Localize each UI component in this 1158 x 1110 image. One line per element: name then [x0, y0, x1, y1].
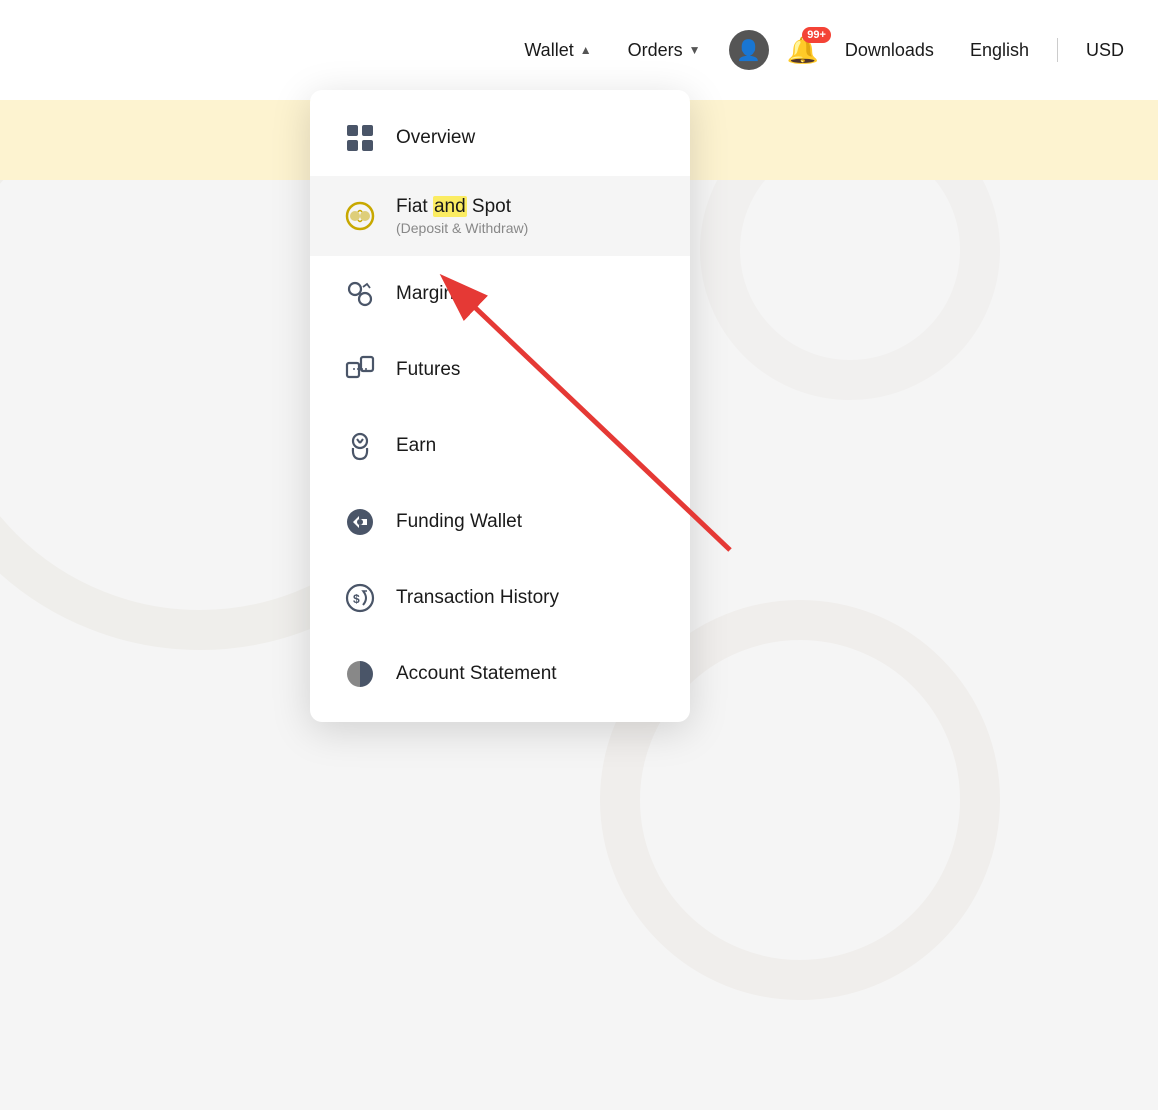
earn-icon [342, 428, 378, 464]
wallet-nav[interactable]: Wallet ▲ [510, 32, 605, 69]
margin-label: Margin [396, 283, 454, 305]
orders-caret-icon: ▼ [689, 43, 701, 57]
menu-item-fiat-spot[interactable]: Fiat and Spot (Deposit & Withdraw) [310, 176, 690, 256]
user-avatar[interactable]: 👤 [729, 30, 769, 70]
menu-item-funding-wallet[interactable]: Funding Wallet [310, 484, 690, 560]
futures-text: Futures [396, 359, 460, 381]
currency-nav[interactable]: USD [1072, 32, 1138, 69]
menu-item-earn[interactable]: Earn [310, 408, 690, 484]
top-navbar: Wallet ▲ Orders ▼ 👤 🔔 99+ Downloads Engl… [0, 0, 1158, 100]
fiat-spot-label: Fiat and Spot [396, 196, 528, 218]
orders-nav[interactable]: Orders ▼ [614, 32, 715, 69]
nav-divider [1057, 38, 1058, 62]
menu-item-overview[interactable]: Overview [310, 100, 690, 176]
statement-icon [342, 656, 378, 692]
notification-badge: 99+ [802, 27, 831, 43]
menu-item-futures[interactable]: Futures [310, 332, 690, 408]
grid-icon [342, 120, 378, 156]
account-statement-label: Account Statement [396, 663, 557, 685]
account-statement-text: Account Statement [396, 663, 557, 685]
funding-wallet-label: Funding Wallet [396, 511, 522, 533]
downloads-nav[interactable]: Downloads [831, 32, 948, 69]
wallet-caret-icon: ▲ [580, 43, 592, 57]
transaction-icon: $ [342, 580, 378, 616]
language-label: English [970, 40, 1029, 61]
earn-text: Earn [396, 435, 436, 457]
margin-icon [342, 276, 378, 312]
fiat-icon [342, 198, 378, 234]
language-nav[interactable]: English [956, 32, 1043, 69]
fiat-spot-sublabel: (Deposit & Withdraw) [396, 220, 528, 236]
wallet-dropdown-menu: Overview Fiat and Spot (Deposit & Withdr… [310, 90, 690, 722]
futures-label: Futures [396, 359, 460, 381]
earn-label: Earn [396, 435, 436, 457]
margin-text: Margin [396, 283, 454, 305]
transaction-history-text: Transaction History [396, 587, 559, 609]
menu-item-account-statement[interactable]: Account Statement [310, 636, 690, 712]
avatar-icon: 👤 [736, 38, 761, 63]
overview-text: Overview [396, 127, 475, 149]
wallet-label: Wallet [524, 40, 573, 61]
transaction-history-label: Transaction History [396, 587, 559, 609]
overview-label: Overview [396, 127, 475, 149]
downloads-label: Downloads [845, 40, 934, 61]
notifications-bell[interactable]: 🔔 99+ [787, 35, 819, 66]
menu-item-margin[interactable]: Margin [310, 256, 690, 332]
svg-text:$: $ [353, 592, 360, 606]
currency-label: USD [1086, 40, 1124, 61]
futures-icon [342, 352, 378, 388]
fiat-spot-text: Fiat and Spot (Deposit & Withdraw) [396, 196, 528, 236]
funding-icon [342, 504, 378, 540]
menu-item-transaction-history[interactable]: $ Transaction History [310, 560, 690, 636]
orders-label: Orders [628, 40, 683, 61]
funding-wallet-text: Funding Wallet [396, 511, 522, 533]
